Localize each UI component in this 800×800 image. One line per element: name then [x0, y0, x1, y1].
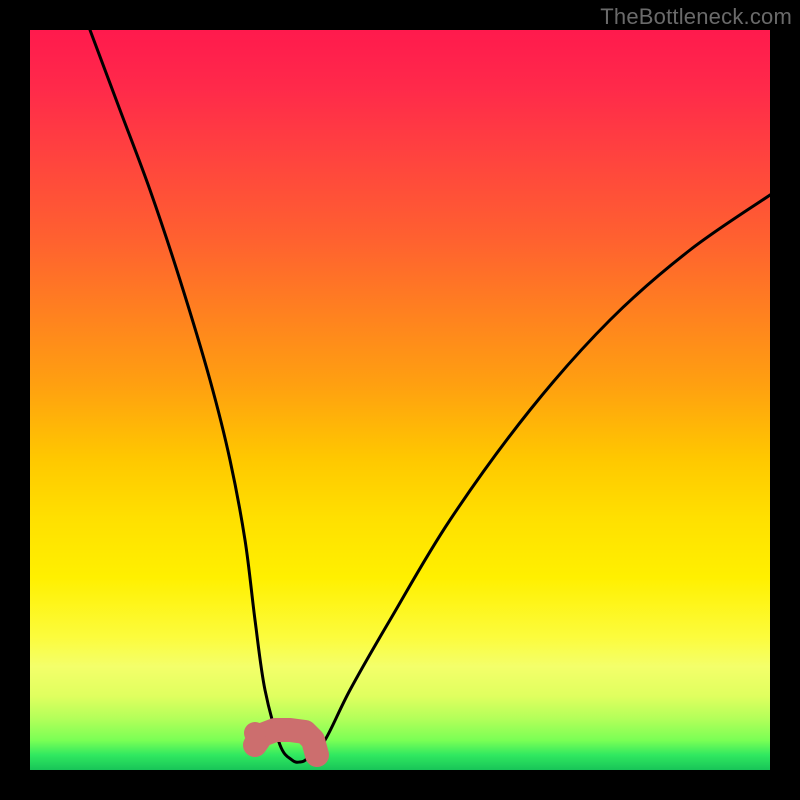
bottleneck-curve: [90, 30, 770, 762]
plot-area: [30, 30, 770, 770]
highlight-dot: [244, 722, 266, 744]
watermark-text: TheBottleneck.com: [600, 4, 792, 30]
chart-frame: TheBottleneck.com: [0, 0, 800, 800]
curve-layer: [30, 30, 770, 770]
